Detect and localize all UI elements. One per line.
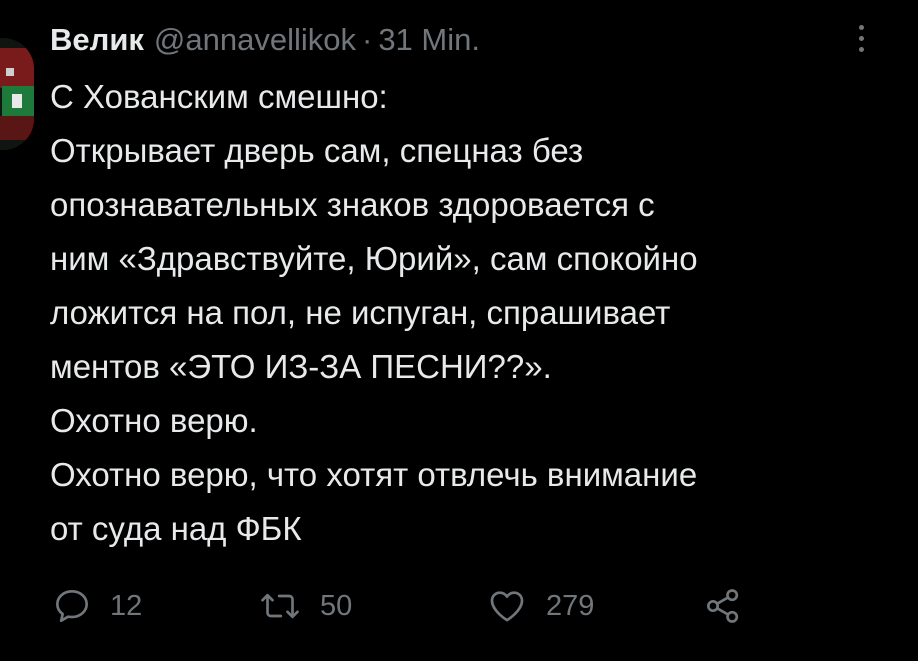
share-icon xyxy=(702,586,744,626)
tweet-text-line: С Хованским смешно: xyxy=(50,78,388,115)
tweet-timestamp[interactable]: 31 Min. xyxy=(378,14,480,66)
tweet-text-line: Охотно верю, что хотят отвлечь внимание xyxy=(50,456,698,493)
reply-count: 12 xyxy=(110,589,143,622)
tweet[interactable]: Велик @annavellikok · 31 Min. С Ховански… xyxy=(0,0,918,661)
tweet-text: С Хованским смешно: Открывает дверь сам,… xyxy=(50,70,890,556)
more-vertical-icon-dot xyxy=(858,46,864,52)
tweet-text-line: опознавательных знаков здоровается с xyxy=(50,186,655,223)
like-button[interactable]: 279 xyxy=(486,578,594,634)
tweet-text-line: ним «Здравствуйте, Юрий», сам спокойно xyxy=(50,240,698,277)
tweet-actions-bar: 12 50 279 xyxy=(50,578,810,634)
header-separator: · xyxy=(361,22,373,57)
share-button[interactable] xyxy=(702,578,744,634)
tweet-header: Велик @annavellikok · 31 Min. xyxy=(50,14,480,66)
more-vertical-icon xyxy=(858,24,864,30)
heart-icon xyxy=(486,586,528,626)
tweet-text-line: ментов «ЭТО ИЗ-ЗА ПЕСНИ??». xyxy=(50,348,552,385)
tweet-text-line: от суда над ФБК xyxy=(50,510,302,547)
retweet-count: 50 xyxy=(320,589,353,622)
more-options-button[interactable] xyxy=(844,18,878,58)
author-display-name[interactable]: Велик xyxy=(50,14,144,66)
tweet-text-line: ложится на пол, не испуган, спрашивает xyxy=(50,294,671,331)
avatar[interactable] xyxy=(0,38,34,150)
like-count: 279 xyxy=(546,589,595,622)
retweet-button[interactable]: 50 xyxy=(258,578,352,634)
more-vertical-icon-dot xyxy=(858,35,864,41)
reply-button[interactable]: 12 xyxy=(52,578,142,634)
tweet-text-line: Охотно верю. xyxy=(50,402,258,439)
tweet-text-line: Открывает дверь сам, спецназ без xyxy=(50,132,584,169)
reply-icon xyxy=(52,586,92,626)
retweet-icon xyxy=(258,586,302,626)
author-handle[interactable]: @annavellikok xyxy=(154,14,356,66)
